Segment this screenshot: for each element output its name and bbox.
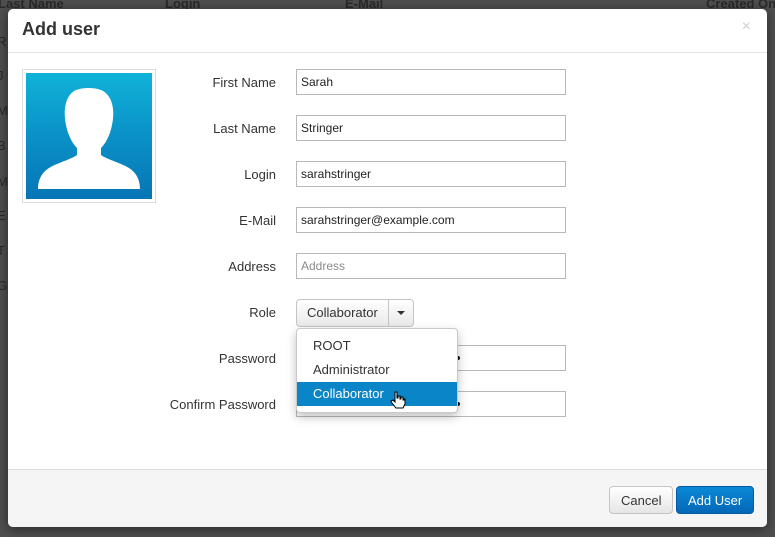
bg-row-initial: J — [0, 68, 4, 83]
role-label: Role — [249, 305, 276, 320]
email-field[interactable] — [296, 207, 566, 233]
role-option-collaborator[interactable]: Collaborator — [297, 382, 457, 406]
email-label: E-Mail — [239, 213, 276, 228]
bg-row-initial: R — [0, 34, 7, 49]
last-name-label: Last Name — [213, 121, 276, 136]
add-user-button[interactable]: Add User — [676, 486, 755, 514]
role-option-root[interactable]: ROOT — [297, 334, 457, 358]
role-option-administrator[interactable]: Administrator — [297, 358, 457, 382]
login-label: Login — [244, 167, 276, 182]
cancel-button[interactable]: Cancel — [609, 486, 674, 514]
last-name-field[interactable] — [296, 115, 566, 141]
bg-row-initial: T — [0, 243, 5, 258]
login-field[interactable] — [296, 161, 566, 187]
close-icon[interactable]: × — [742, 19, 751, 35]
add-user-dialog: Add user × First Name Last Name Login E-… — [8, 9, 767, 527]
address-label: Address — [228, 259, 276, 274]
bg-row-initial: E — [0, 208, 6, 223]
role-dropdown-menu: ROOT Administrator Collaborator — [296, 328, 458, 413]
bg-row-initial: M — [0, 103, 8, 118]
password-label: Password — [218, 351, 276, 366]
modal-title: Add user — [22, 19, 101, 39]
bg-row-initial: M — [0, 174, 8, 189]
caret-down-icon — [396, 311, 405, 315]
modal-footer: Cancel Add User — [8, 469, 767, 527]
first-name-field[interactable] — [296, 69, 566, 95]
first-name-label: First Name — [212, 75, 276, 90]
role-dropdown-toggle[interactable] — [389, 300, 413, 326]
bg-row-initial: B — [0, 138, 6, 153]
role-select[interactable]: Collaborator — [296, 299, 414, 327]
address-field[interactable] — [296, 253, 566, 279]
modal-header: Add user × — [8, 9, 767, 53]
role-selected-value[interactable]: Collaborator — [297, 300, 389, 326]
confirm-password-label: Confirm Password — [169, 397, 276, 412]
hand-cursor-icon — [390, 391, 406, 409]
bg-row-initial: G — [0, 278, 8, 293]
